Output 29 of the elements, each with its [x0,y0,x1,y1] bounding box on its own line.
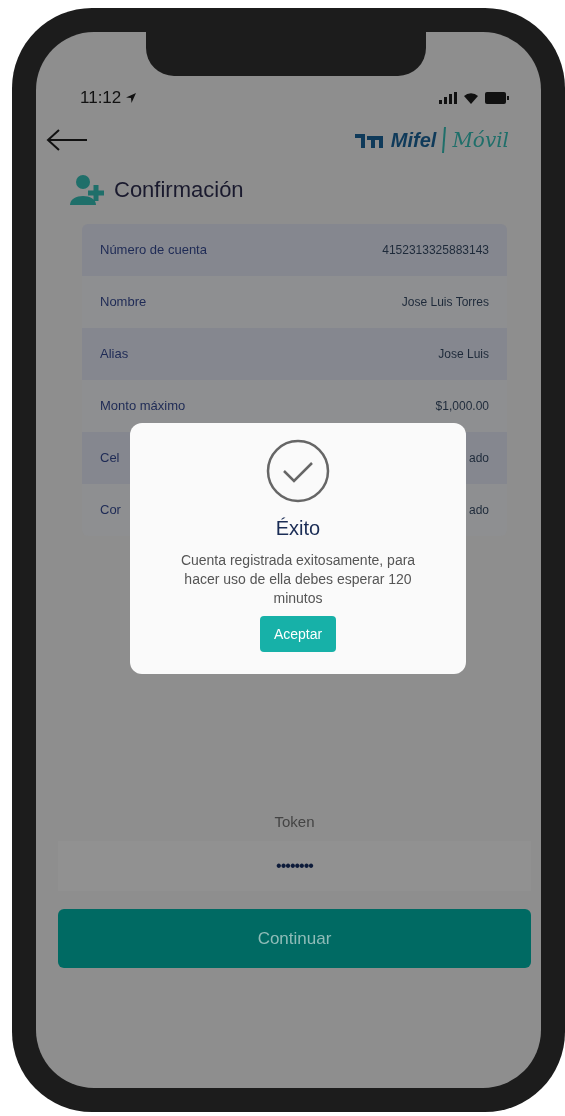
token-label: Token [273,811,316,832]
page-title: Confirmación [114,175,244,204]
dialog-title: Éxito [275,516,321,541]
detail-label: Alias [100,345,129,364]
detail-value: Jose Luis Torres [401,294,489,311]
detail-value: 4152313325883143 [382,242,489,259]
detail-label: Monto máximo [100,397,186,416]
logo-divider-icon [442,127,447,153]
wifi-icon [463,92,479,104]
accept-button[interactable]: Aceptar [259,616,337,652]
continue-button[interactable]: Continuar [58,909,531,968]
status-time: 11:12 [80,87,122,110]
detail-label: Nombre [100,293,147,312]
back-arrow-icon[interactable] [46,128,88,152]
detail-value: Jose Luis [438,346,489,363]
signal-icon [439,92,457,104]
dialog-message: Cuenta registrada exitosamente, para hacer uso de ella debes esperar 120 minutos [179,551,417,608]
logo-product: Móvil [452,127,509,154]
detail-label: Número de cuenta [100,241,207,260]
detail-value: ado [468,502,489,519]
logo-brand: Mifel [390,128,437,153]
detail-label: Cor [100,501,121,520]
battery-icon [485,92,509,104]
add-user-icon [70,173,106,205]
detail-label: Cel [100,449,120,468]
detail-value: ado [468,450,489,467]
detail-value: $1,000.00 [435,398,489,415]
checkmark-circle-icon [266,439,330,503]
location-arrow-icon [125,92,138,104]
